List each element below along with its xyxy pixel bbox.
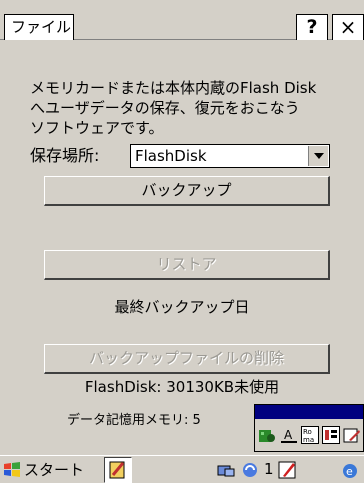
help-button[interactable]: ? xyxy=(296,14,328,40)
svg-text:e: e xyxy=(346,465,353,478)
pen-input-icon[interactable] xyxy=(278,460,298,480)
a-char-label: A xyxy=(284,428,293,442)
a-char-icon[interactable]: A xyxy=(279,423,299,447)
file-menu[interactable]: ファイル xyxy=(4,14,74,40)
windows-flag-icon xyxy=(4,462,20,477)
app-icon xyxy=(109,461,125,479)
pen-icon[interactable] xyxy=(342,423,362,447)
running-app-button[interactable] xyxy=(104,457,132,483)
storage-location-value: FlashDisk xyxy=(135,147,207,165)
input-panel: A Ro ma xyxy=(254,404,364,452)
kana-icon[interactable] xyxy=(321,423,341,447)
sync-icon[interactable] xyxy=(240,460,260,480)
delete-backup-button[interactable]: バックアップファイルの削除 xyxy=(44,344,330,374)
app-description: メモリカードまたは本体内蔵のFlash Disk へユーザデータの保存、復元をお… xyxy=(30,79,317,137)
tray-number: 1 xyxy=(264,460,274,478)
chevron-down-icon[interactable] xyxy=(308,146,328,166)
backup-button[interactable]: バックアップ xyxy=(44,176,330,206)
network-icon[interactable] xyxy=(216,460,236,480)
start-label: スタート xyxy=(24,461,85,479)
roma-icon[interactable]: Ro ma xyxy=(300,423,320,447)
top-bar: ファイル ? × xyxy=(0,0,364,40)
restore-button[interactable]: リストア xyxy=(44,250,330,280)
taskbar: スタート 1 e xyxy=(0,455,364,483)
start-button[interactable]: スタート xyxy=(2,458,102,482)
ie-icon[interactable]: e xyxy=(340,460,360,480)
close-button[interactable]: × xyxy=(332,14,364,40)
data-memory-status: データ記憶用メモリ: 5 xyxy=(67,413,201,428)
storage-location-label: 保存場所: xyxy=(30,146,100,165)
svg-text:ma: ma xyxy=(303,436,314,444)
input-panel-titlebar[interactable] xyxy=(255,405,363,419)
free-space-status: FlashDisk: 30130KB未使用 xyxy=(84,378,280,396)
last-backup-label: 最終バックアップ日 xyxy=(114,298,250,316)
keyboard-icon[interactable] xyxy=(257,423,277,447)
storage-location-select[interactable]: FlashDisk xyxy=(130,144,330,168)
svg-text:Ro: Ro xyxy=(303,428,312,436)
